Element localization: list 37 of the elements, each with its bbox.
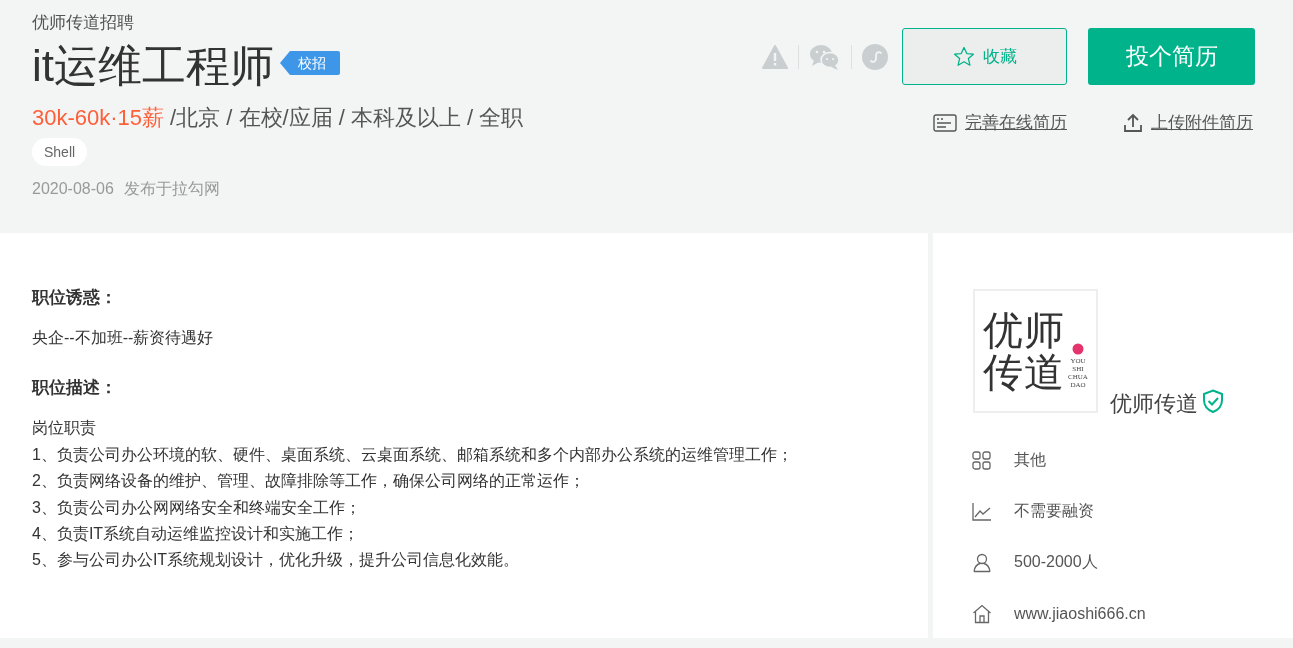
description-text: 4、负责IT系统自动运维监控设计和实施工作；: [32, 524, 361, 545]
house-icon: [972, 603, 992, 624]
description-text: 5、参与公司办公IT系统规划设计，优化升级，提升公司信息化效能。: [32, 550, 521, 571]
section-heading: 职位描述：: [32, 377, 118, 400]
company-info-text: 其他: [1014, 450, 1046, 470]
star-icon: [952, 46, 975, 67]
document-icon: [933, 113, 957, 132]
description-text: 1、负责公司办公环境的软、硬件、桌面系统、云桌面系统、邮箱系统和多个内部办公系统的运维管理工作；: [32, 444, 794, 465]
person-icon: [972, 552, 992, 573]
chat-bubbles-icon: [809, 43, 841, 70]
online-resume-link[interactable]: 完善在线简历: [965, 111, 1067, 134]
upload-icon: [1123, 112, 1143, 133]
description-text: 岗位职责: [32, 418, 97, 439]
skill-tag: Shell: [32, 138, 88, 166]
warning-icon: [762, 44, 788, 69]
logo-text: 传道: [983, 351, 1066, 393]
link-icon: [862, 43, 888, 70]
description-text: 2、负责网络设备的维护、管理、故障排除等工作，确保公司网络的正常运作；: [32, 471, 586, 492]
company-info-text: 不需要融资: [1014, 501, 1094, 521]
section-heading: 职位诱惑：: [32, 287, 118, 309]
job-title: it运维工程师: [32, 40, 274, 92]
logo-text: 优师: [983, 309, 1066, 351]
publish-date: 2020-08-06: [32, 179, 114, 199]
grid-icon: [972, 450, 992, 471]
line-chart-icon: [972, 501, 992, 522]
job-requirements: /北京 / 在校/应届 / 本科及以上 / 全职: [170, 104, 524, 132]
salary-text: 30k-60k·15薪: [32, 104, 165, 132]
upload-resume-link[interactable]: 上传附件简历: [1151, 111, 1253, 134]
company-info-text: 500-2000人: [1014, 552, 1098, 572]
publish-source: 发布于拉勾网: [123, 179, 220, 199]
recruit-badge: 校招: [280, 51, 340, 75]
company-label: 优师传道招聘: [32, 12, 134, 34]
company-info-text: www.jiaoshi666.cn: [1014, 604, 1146, 623]
company-name: 优师传道: [1110, 391, 1198, 417]
seal-icon: [1072, 343, 1084, 355]
description-text: 3、负责公司办公网网络安全和终端安全工作；: [32, 497, 362, 518]
description-text: 央企--不加班--薪资待遇好: [32, 328, 215, 348]
